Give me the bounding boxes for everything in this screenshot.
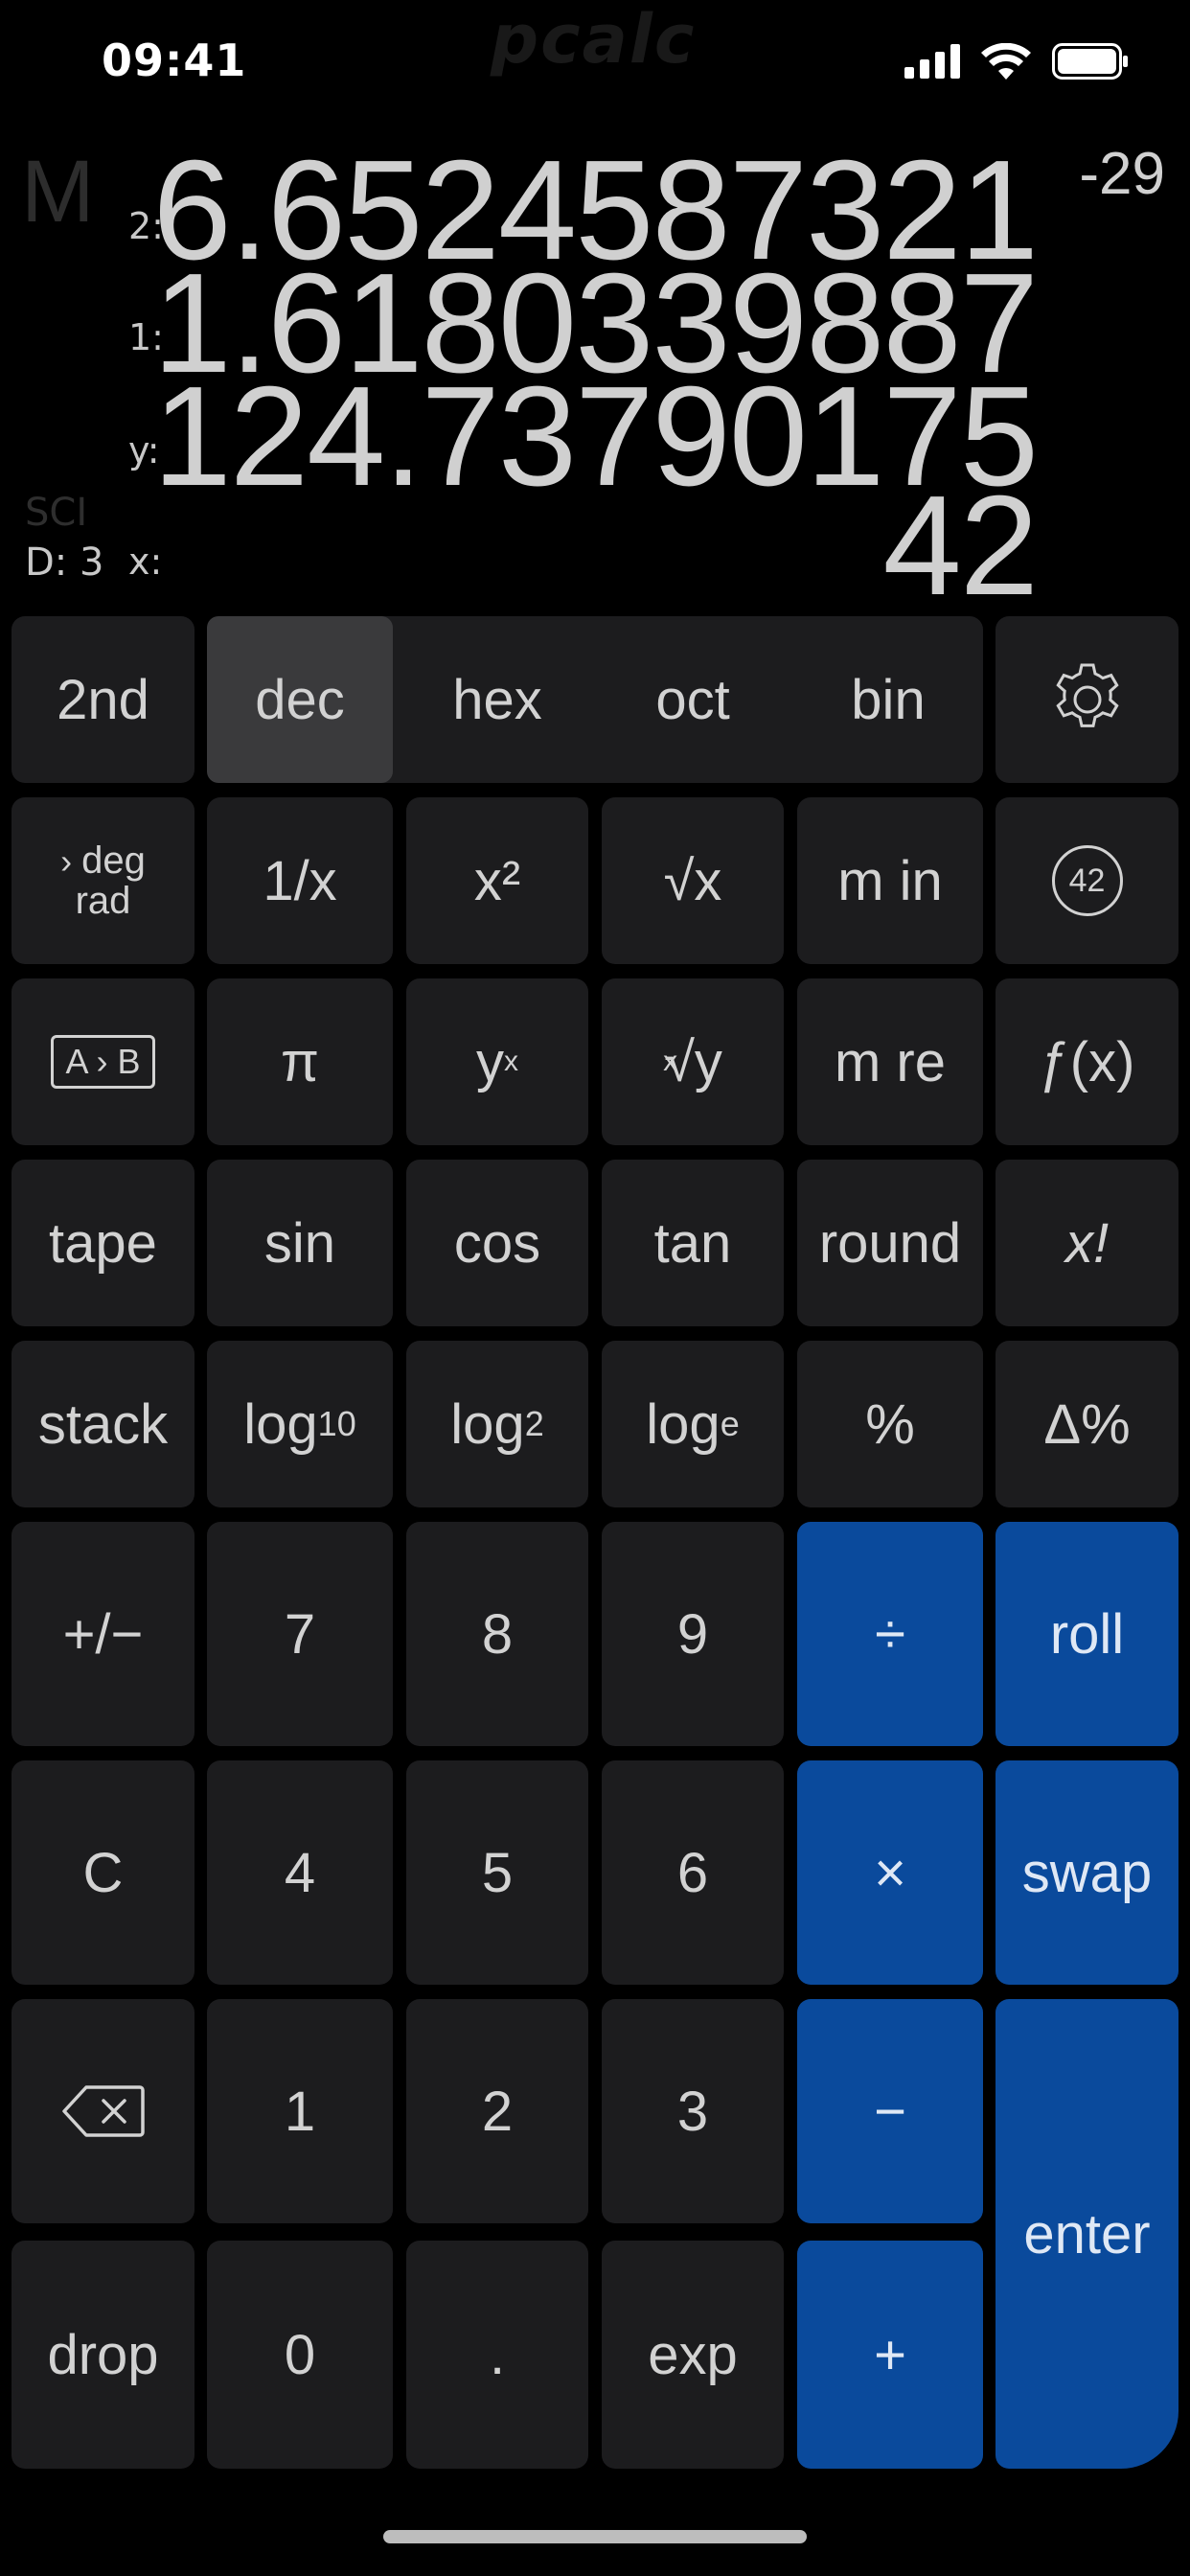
status-bar: 09:41 pcalc (0, 0, 1190, 134)
base-bin-button[interactable]: bin (793, 616, 983, 783)
digit-6-button[interactable]: 6 (602, 1760, 784, 1985)
sin-button[interactable]: sin (207, 1160, 393, 1326)
multiply-button[interactable]: × (797, 1760, 983, 1985)
settings-button[interactable] (995, 616, 1179, 783)
stack-value-x: 42 (882, 467, 1039, 625)
square-button[interactable]: x² (406, 797, 588, 964)
stack-label-x: x: (128, 540, 163, 583)
status-icons (904, 42, 1129, 80)
gear-icon (1055, 663, 1119, 727)
power-base: y (476, 1030, 504, 1093)
power-exponent: x (504, 1046, 518, 1077)
square-root-button[interactable]: √ x (602, 797, 784, 964)
deg-rad-button[interactable]: › deg rad (11, 797, 195, 964)
loge-label: log (646, 1392, 721, 1456)
delta-percent-button[interactable]: Δ% (995, 1341, 1179, 1507)
stack-button[interactable]: stack (11, 1341, 195, 1507)
base-oct-button[interactable]: oct (598, 616, 788, 783)
log2-label: log (450, 1392, 525, 1456)
plus-minus-button[interactable]: +/− (11, 1522, 195, 1746)
digit-8-button[interactable]: 8 (406, 1522, 588, 1746)
cos-button[interactable]: cos (406, 1160, 588, 1326)
digit-1-button[interactable]: 1 (207, 1999, 393, 2223)
notation-indicator: SCI (25, 491, 88, 535)
clock: 09:41 (102, 34, 247, 86)
constant-button[interactable]: 42 (995, 797, 1179, 964)
second-function-button[interactable]: 2nd (11, 616, 195, 783)
round-button[interactable]: round (797, 1160, 983, 1326)
log10-button[interactable]: log 10 (207, 1341, 393, 1507)
decimals-indicator: D: 3 (25, 540, 104, 585)
percent-button[interactable]: % (797, 1341, 983, 1507)
add-button[interactable]: + (797, 2241, 983, 2469)
tan-button[interactable]: tan (602, 1160, 784, 1326)
log2-subscript: 2 (524, 1404, 544, 1443)
digit-3-button[interactable]: 3 (602, 1999, 784, 2223)
root-symbol: √ (664, 1030, 695, 1093)
reciprocal-button[interactable]: 1/x (207, 797, 393, 964)
sqrt-variable: x (694, 849, 722, 912)
constant-badge: 42 (1051, 845, 1123, 916)
battery-icon (1052, 43, 1128, 80)
loge-button[interactable]: log e (602, 1341, 784, 1507)
backspace-icon (61, 2085, 145, 2137)
drop-button[interactable]: drop (11, 2241, 195, 2469)
exponent-button[interactable]: exp (602, 2241, 784, 2469)
app-watermark: pcalc (491, 0, 697, 79)
deg-rad-bottom-label: rad (75, 880, 131, 922)
power-button[interactable]: yx (406, 978, 588, 1145)
functions-button[interactable]: ƒ(x) (995, 978, 1179, 1145)
digit-9-button[interactable]: 9 (602, 1522, 784, 1746)
base-dec-button[interactable]: dec (207, 616, 393, 783)
roll-button[interactable]: roll (995, 1522, 1179, 1746)
stack-exponent-2: -29 (1079, 141, 1165, 207)
clear-button[interactable]: C (11, 1760, 195, 1985)
divide-button[interactable]: ÷ (797, 1522, 983, 1746)
decimal-point-button[interactable]: . (406, 2241, 588, 2469)
backspace-button[interactable] (11, 1999, 195, 2223)
loge-subscript: e (720, 1404, 740, 1443)
digit-4-button[interactable]: 4 (207, 1760, 393, 1985)
base-hex-button[interactable]: hex (402, 616, 592, 783)
home-indicator[interactable] (383, 2530, 807, 2543)
memory-in-button[interactable]: m in (797, 797, 983, 964)
memory-recall-button[interactable]: m re (797, 978, 983, 1145)
digit-0-button[interactable]: 0 (207, 2241, 393, 2469)
log2-button[interactable]: log 2 (406, 1341, 588, 1507)
cellular-signal-icon (904, 44, 960, 79)
subtract-button[interactable]: − (797, 1999, 983, 2223)
digit-2-button[interactable]: 2 (406, 1999, 588, 2223)
enter-button[interactable]: enter (995, 1999, 1179, 2469)
factorial-button[interactable]: x! (995, 1160, 1179, 1326)
sqrt-symbol: √ (663, 849, 695, 912)
digit-7-button[interactable]: 7 (207, 1522, 393, 1746)
log10-label: log (243, 1392, 318, 1456)
a-to-b-label: A › B (51, 1035, 155, 1089)
nth-root-button[interactable]: x √ y (602, 978, 784, 1145)
root-variable: y (694, 1030, 722, 1093)
log10-subscript: 10 (317, 1404, 356, 1443)
a-to-b-button[interactable]: A › B (11, 978, 195, 1145)
deg-rad-top-label: › deg (60, 840, 146, 882)
stack-display: M 2: 6.6524587321 -29 1: 1.6180339887 y:… (0, 134, 1190, 617)
swap-button[interactable]: swap (995, 1760, 1179, 1985)
digit-5-button[interactable]: 5 (406, 1760, 588, 1985)
pi-button[interactable]: π (207, 978, 393, 1145)
wifi-icon (981, 43, 1031, 80)
memory-indicator: M (21, 143, 95, 241)
tape-button[interactable]: tape (11, 1160, 195, 1326)
